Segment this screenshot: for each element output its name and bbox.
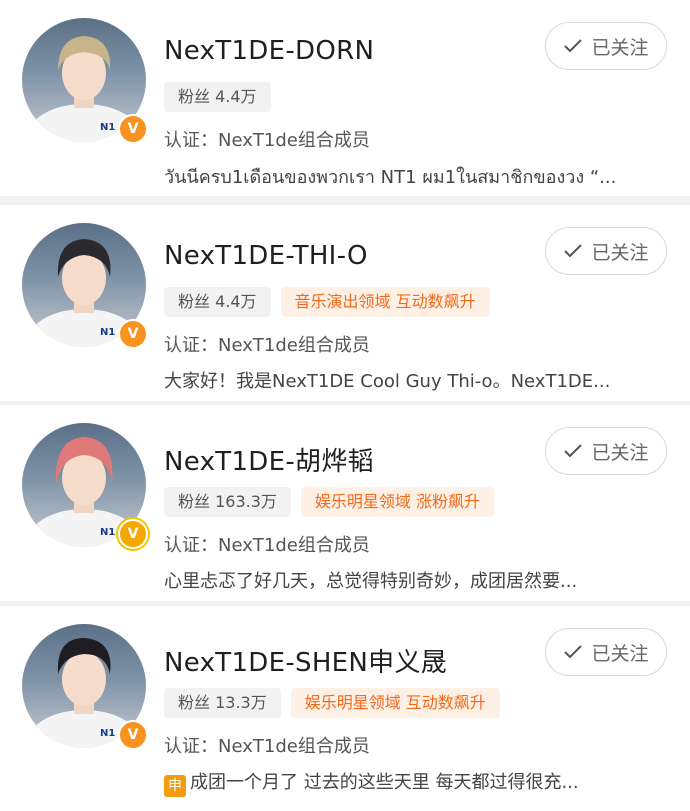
verified-badge-icon: V (118, 720, 148, 750)
user-card[interactable]: N1 V NexT1DE-胡烨韬 粉丝 163.3万 娱乐明星领域 涨粉飙升 认… (0, 405, 690, 601)
certification-text: 认证：NexT1de组合成员 (164, 130, 370, 151)
user-name[interactable]: NexT1DE-DORN (164, 36, 374, 66)
followed-label: 已关注 (591, 241, 649, 264)
check-icon (564, 244, 583, 258)
user-description: 申成团一个月了 过去的这些天里 每天都过得很充... (164, 768, 664, 797)
verified-badge-icon: V (118, 114, 148, 144)
followed-label: 已关注 (591, 36, 649, 59)
user-card[interactable]: N1 V NexT1DE-THI-O 粉丝 4.4万 音乐演出领域 互动数飙升 … (0, 205, 690, 401)
followed-button[interactable]: 已关注 (545, 628, 667, 676)
user-description: 心里忐忑了好几天，总觉得特别奇妙，成团居然要... (164, 571, 578, 592)
user-name[interactable]: NexT1DE-胡烨韬 (164, 441, 374, 478)
followed-label: 已关注 (591, 642, 649, 665)
user-name[interactable]: NexT1DE-SHEN申义晟 (164, 642, 447, 679)
fans-count-tag: 粉丝 4.4万 (164, 82, 271, 112)
verified-badge-icon: V (118, 319, 148, 349)
followed-button[interactable]: 已关注 (545, 22, 667, 70)
verified-badge-icon: V (118, 519, 148, 549)
avatar[interactable]: N1 V (22, 18, 150, 146)
trending-tag[interactable]: 娱乐明星领域 涨粉飙升 (300, 487, 494, 517)
check-icon (564, 444, 583, 458)
svg-text:N1: N1 (100, 122, 115, 133)
tag-row: 粉丝 13.3万 娱乐明星领域 互动数飙升 (164, 688, 500, 718)
user-list: N1 V NexT1DE-DORN 粉丝 4.4万 认证：NexT1de组合成员… (0, 0, 690, 811)
fans-count-tag: 粉丝 13.3万 (164, 688, 281, 718)
check-icon (564, 39, 583, 53)
user-description: วันนีครบ1เดือนของพวกเรา NT1 ผม1ในสมาชิกข… (164, 167, 617, 188)
followed-button[interactable]: 已关注 (545, 427, 667, 475)
avatar[interactable]: N1 V (22, 223, 150, 351)
svg-text:N1: N1 (100, 527, 115, 538)
user-card[interactable]: N1 V NexT1DE-DORN 粉丝 4.4万 认证：NexT1de组合成员… (0, 0, 690, 196)
avatar[interactable]: N1 V (22, 624, 150, 752)
certification-text: 认证：NexT1de组合成员 (164, 335, 370, 356)
trending-tag[interactable]: 音乐演出领域 互动数飙升 (280, 287, 490, 317)
svg-text:N1: N1 (100, 327, 115, 338)
certification-text: 认证：NexT1de组合成员 (164, 736, 370, 757)
certification-text: 认证：NexT1de组合成员 (164, 535, 370, 556)
shen-emoji-icon: 申 (164, 775, 186, 797)
trending-tag[interactable]: 娱乐明星领域 互动数飙升 (290, 688, 500, 718)
tag-row: 粉丝 4.4万 音乐演出领域 互动数飙升 (164, 287, 490, 317)
tag-row: 粉丝 4.4万 (164, 82, 271, 112)
avatar[interactable]: N1 V (22, 423, 150, 551)
tag-row: 粉丝 163.3万 娱乐明星领域 涨粉飙升 (164, 487, 494, 517)
check-icon (564, 645, 583, 659)
fans-count-tag: 粉丝 4.4万 (164, 287, 271, 317)
followed-button[interactable]: 已关注 (545, 227, 667, 275)
fans-count-tag: 粉丝 163.3万 (164, 487, 291, 517)
user-name[interactable]: NexT1DE-THI-O (164, 241, 368, 271)
svg-text:N1: N1 (100, 728, 115, 739)
followed-label: 已关注 (591, 441, 649, 464)
user-card[interactable]: N1 V NexT1DE-SHEN申义晟 粉丝 13.3万 娱乐明星领域 互动数… (0, 606, 690, 811)
user-description-text: 成团一个月了 过去的这些天里 每天都过得很充... (190, 772, 579, 793)
user-description: 大家好！我是NexT1DE Cool Guy Thi-o。NexT1DE... (164, 371, 611, 392)
